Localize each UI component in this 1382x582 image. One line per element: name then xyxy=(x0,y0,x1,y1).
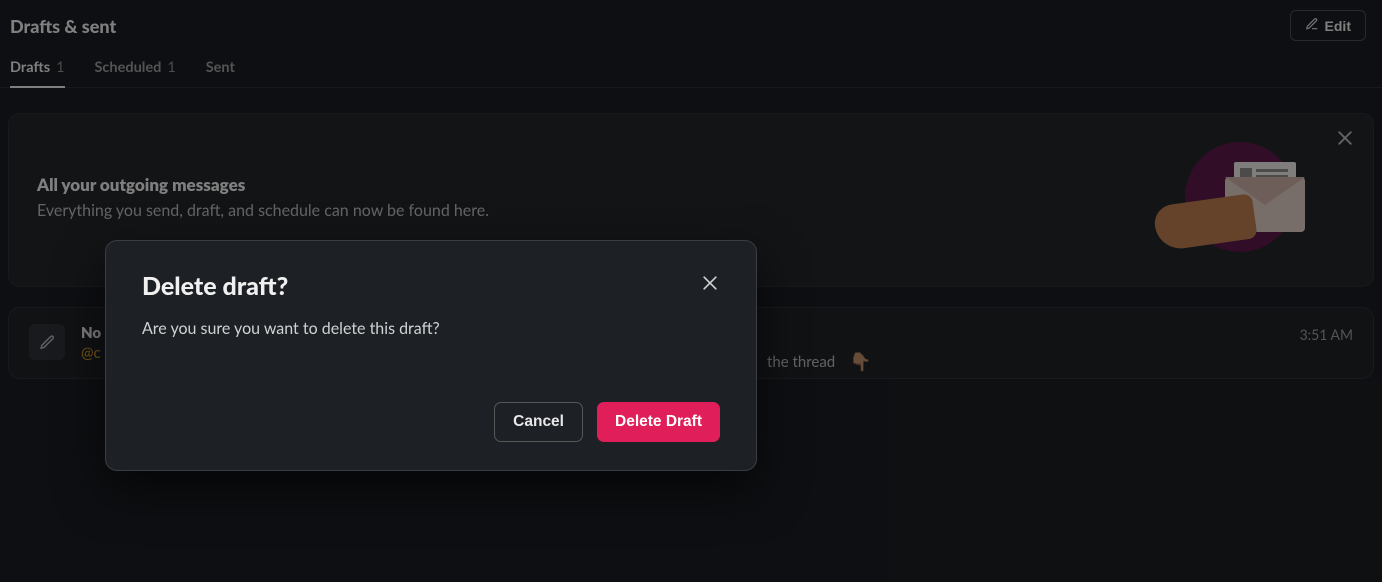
banner-title: All your outgoing messages xyxy=(37,174,489,195)
draft-body-fragment: the thread xyxy=(767,353,835,371)
edit-label: Edit xyxy=(1325,18,1351,34)
banner-close-button[interactable] xyxy=(1335,128,1355,152)
tab-scheduled-count: 1 xyxy=(167,59,175,77)
page-title: Drafts & sent xyxy=(10,15,116,37)
envelope-illustration xyxy=(1155,142,1305,252)
tab-scheduled[interactable]: Scheduled 1 xyxy=(95,59,176,87)
delete-draft-button[interactable]: Delete Draft xyxy=(597,402,720,442)
banner-subtitle: Everything you send, draft, and schedule… xyxy=(37,201,489,220)
pencil-icon xyxy=(1305,17,1319,34)
tabs: Drafts 1 Scheduled 1 Sent xyxy=(0,41,1382,88)
tab-sent[interactable]: Sent xyxy=(206,59,235,87)
tab-sent-label: Sent xyxy=(206,59,235,77)
cancel-button[interactable]: Cancel xyxy=(494,402,583,442)
dialog-body: Are you sure you want to delete this dra… xyxy=(142,319,720,338)
draft-timestamp: 3:51 AM xyxy=(1300,326,1353,343)
tab-drafts-label: Drafts xyxy=(10,59,50,76)
tab-drafts-count: 1 xyxy=(56,59,64,76)
draft-mention: @c xyxy=(81,344,101,362)
point-down-emoji: 👇🏽 xyxy=(849,350,871,373)
tab-scheduled-label: Scheduled xyxy=(95,59,162,77)
tab-drafts[interactable]: Drafts 1 xyxy=(10,59,65,88)
dialog-close-button[interactable] xyxy=(700,273,720,297)
edit-button[interactable]: Edit xyxy=(1290,10,1366,41)
delete-draft-dialog: Delete draft? Are you sure you want to d… xyxy=(105,240,757,471)
draft-pencil-icon xyxy=(29,324,65,360)
dialog-title: Delete draft? xyxy=(142,271,288,301)
